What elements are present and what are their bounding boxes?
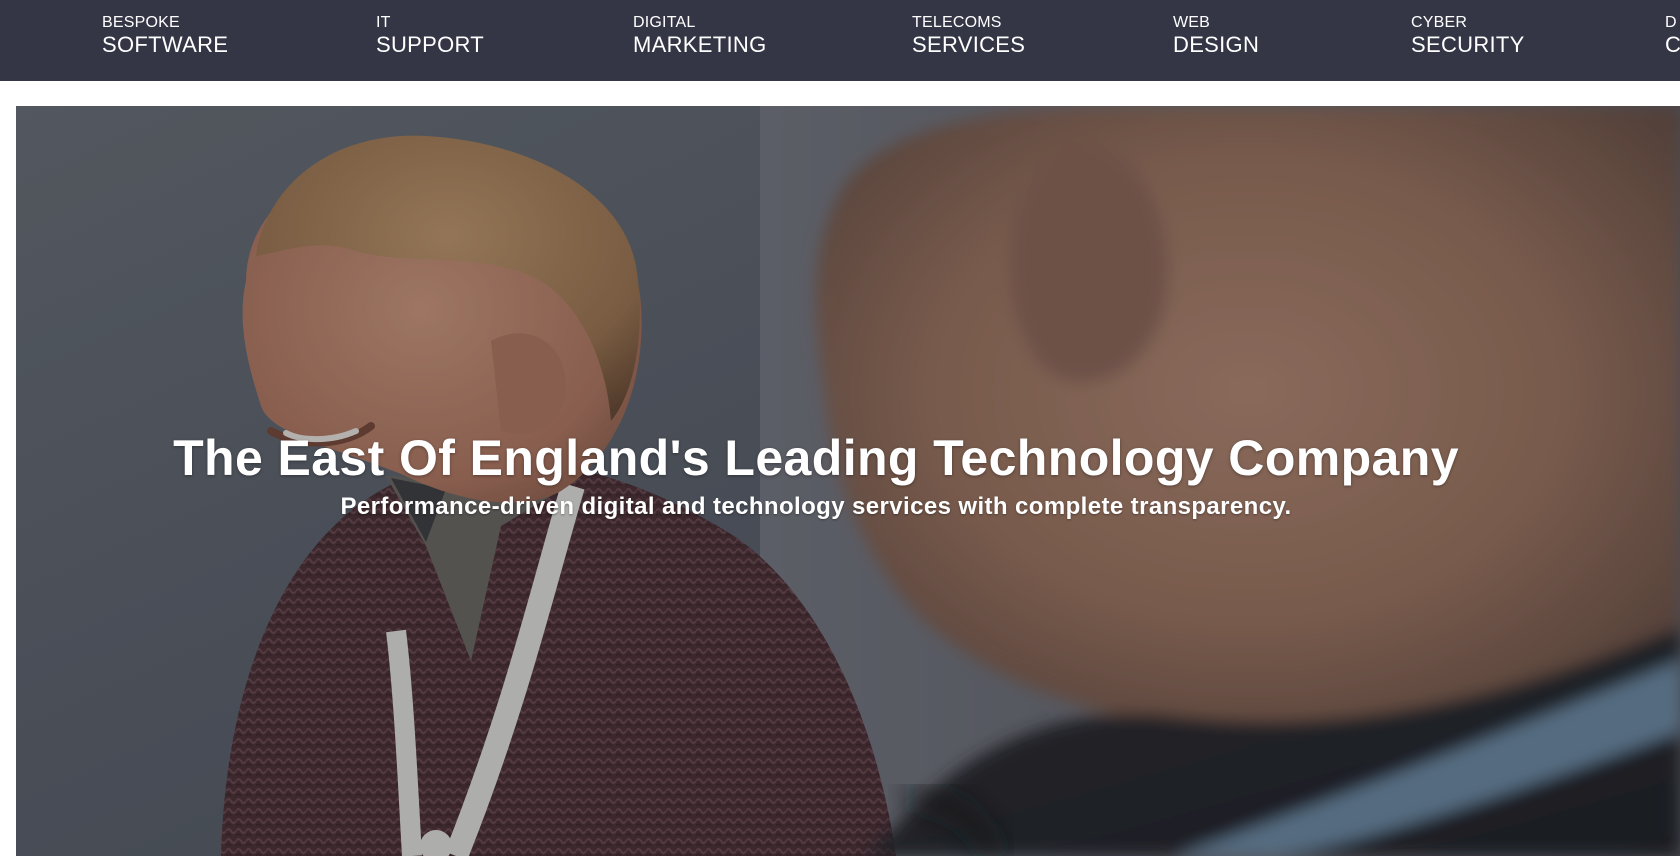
nav-security-label: SECURITY — [1411, 32, 1525, 57]
nav-services-label: SERVICES — [912, 32, 1026, 57]
nav-telecoms-services[interactable]: TELECOMS SERVICES — [912, 14, 1025, 58]
nav-cyber-security[interactable]: CYBER SECURITY — [1411, 14, 1525, 58]
hero-subtitle: Performance-driven digital and technolog… — [340, 493, 1292, 520]
nav-it-support[interactable]: IT SUPPORT — [376, 14, 484, 58]
nav-bespoke-label: BESPOKE — [102, 14, 180, 31]
nav-support-label: SUPPORT — [376, 32, 485, 57]
main-navigation: BESPOKE SOFTWARE IT SUPPORT DIGITAL MARK… — [0, 0, 1680, 81]
nav-cyber-label: CYBER — [1411, 14, 1468, 31]
hero-text-block: The East Of England's Leading Technology… — [16, 429, 1680, 521]
nav-telecoms-label: TELECOMS — [912, 14, 1002, 31]
nav-software-label: SOFTWARE — [102, 32, 229, 57]
hero-banner: The East Of England's Leading Technology… — [16, 106, 1680, 856]
nav-digital-label: DIGITAL — [633, 14, 696, 31]
nav-web-label: WEB — [1173, 14, 1211, 31]
nav-digital-marketing[interactable]: DIGITAL MARKETING — [633, 14, 767, 58]
nav-it-label: IT — [376, 14, 391, 31]
nav-web-design[interactable]: WEB DESIGN — [1173, 14, 1259, 58]
nav-partial-item[interactable]: D C — [1665, 14, 1680, 58]
nav-partial-top-label: D — [1665, 14, 1677, 31]
nav-bespoke-software[interactable]: BESPOKE SOFTWARE — [102, 14, 228, 58]
nav-design-label: DESIGN — [1173, 32, 1260, 57]
nav-marketing-label: MARKETING — [633, 32, 767, 57]
hero-title: The East Of England's Leading Technology… — [173, 430, 1459, 486]
nav-partial-bottom-label: C — [1665, 32, 1680, 57]
